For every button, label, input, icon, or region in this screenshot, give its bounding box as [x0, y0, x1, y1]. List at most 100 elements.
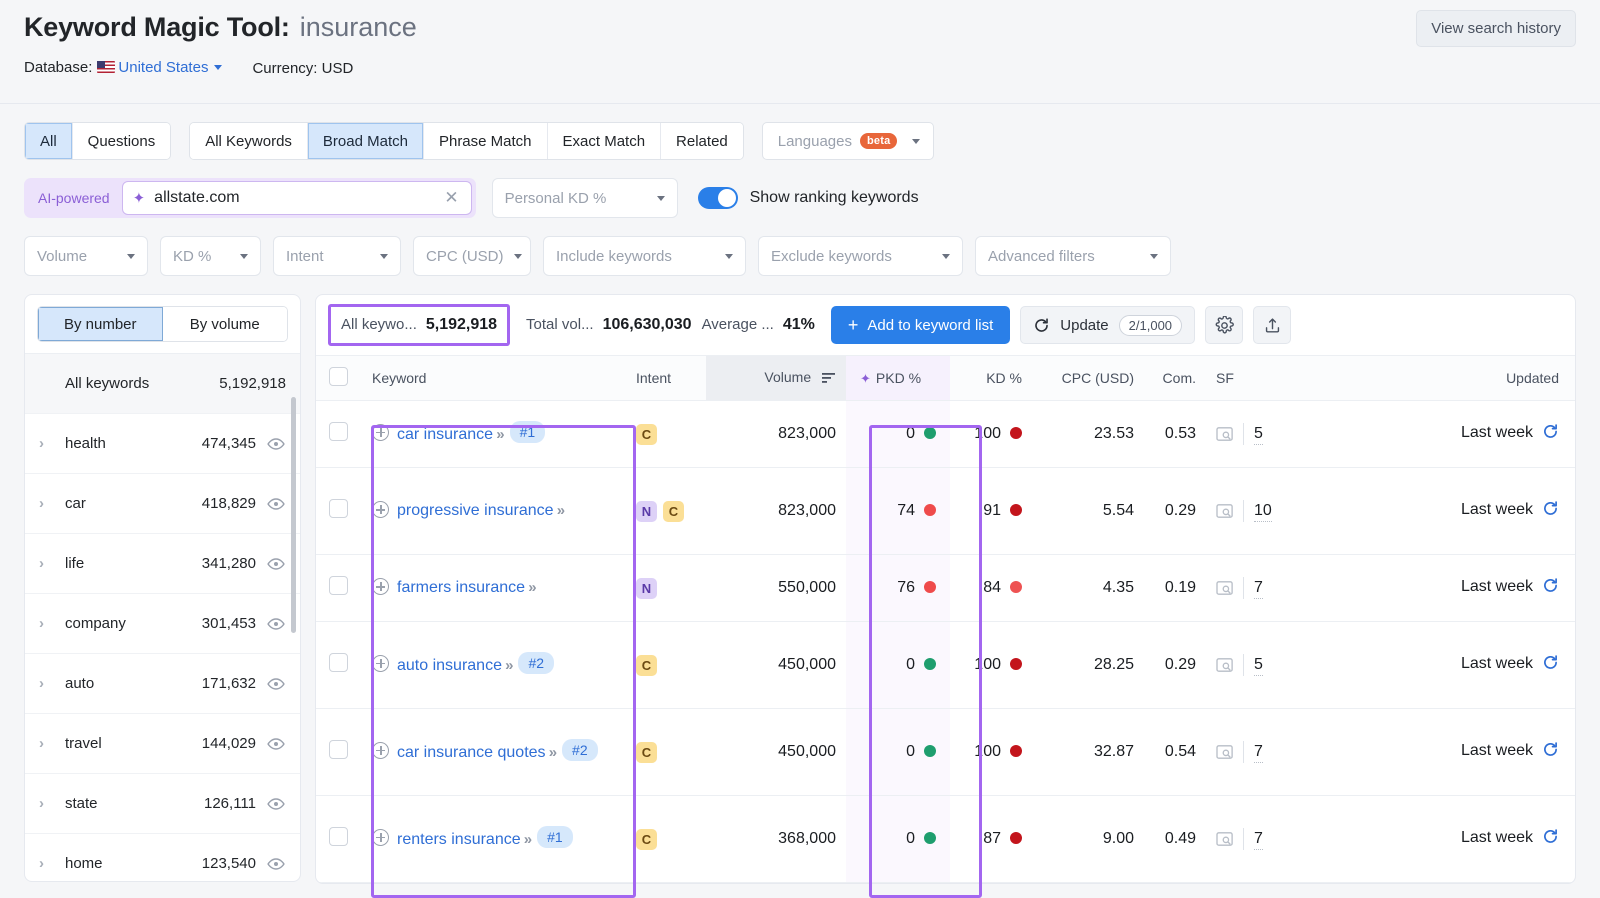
- filter-include-keywords[interactable]: Include keywords: [543, 236, 746, 276]
- eye-icon[interactable]: [266, 794, 286, 814]
- sidebar-sort-by-volume[interactable]: By volume: [162, 307, 287, 341]
- sidebar-sort-by-number[interactable]: By number: [38, 307, 163, 341]
- close-icon[interactable]: ✕: [444, 188, 460, 208]
- keyword-cell[interactable]: car insurance quotes » #2: [360, 708, 628, 796]
- refresh-icon[interactable]: [1542, 423, 1559, 440]
- eye-icon[interactable]: [266, 854, 286, 874]
- row-checkbox[interactable]: [328, 827, 348, 846]
- chevron-right-icon[interactable]: ›: [39, 795, 53, 812]
- eye-icon[interactable]: [266, 554, 286, 574]
- row-select-cell[interactable]: [316, 554, 360, 622]
- row-checkbox[interactable]: [328, 576, 348, 595]
- tab-all[interactable]: All: [25, 123, 73, 159]
- export-button[interactable]: [1253, 306, 1292, 344]
- domain-input-wrapper[interactable]: ✦ allstate.com ✕: [121, 181, 472, 215]
- add-keyword-icon[interactable]: [372, 578, 389, 596]
- row-select-cell[interactable]: [316, 708, 360, 796]
- eye-icon[interactable]: [266, 614, 286, 634]
- chevron-down-icon[interactable]: [214, 65, 223, 70]
- eye-icon[interactable]: [266, 734, 286, 754]
- row-select-cell[interactable]: [316, 400, 360, 468]
- add-keyword-icon[interactable]: [372, 423, 389, 441]
- chevron-right-icon[interactable]: ›: [39, 615, 53, 632]
- keyword-link[interactable]: farmers insurance: [397, 579, 525, 596]
- keyword-link[interactable]: car insurance: [397, 426, 493, 443]
- row-refresh-button[interactable]: [1542, 829, 1559, 849]
- double-chevron-icon[interactable]: »: [521, 831, 532, 848]
- double-chevron-icon[interactable]: »: [493, 426, 504, 443]
- sf-cell[interactable]: 5: [1204, 621, 1282, 709]
- intent-badge[interactable]: C: [636, 423, 657, 445]
- chevron-right-icon[interactable]: ›: [39, 555, 53, 572]
- double-chevron-icon[interactable]: »: [546, 744, 557, 761]
- refresh-icon[interactable]: [1542, 500, 1559, 517]
- sidebar-item-home[interactable]: › home 123,540: [25, 833, 300, 881]
- domain-input[interactable]: allstate.com: [154, 189, 435, 207]
- intent-badge[interactable]: C: [636, 654, 657, 676]
- add-keyword-icon[interactable]: [372, 741, 389, 759]
- table-row[interactable]: renters insurance » #1 C 368,000 0 87 9.00 0.49…: [316, 795, 1575, 883]
- select-all-checkbox[interactable]: [328, 367, 348, 386]
- chevron-right-icon[interactable]: ›: [39, 735, 53, 752]
- filter-advanced[interactable]: Advanced filters: [975, 236, 1171, 276]
- row-refresh-button[interactable]: [1542, 578, 1559, 598]
- row-checkbox[interactable]: [328, 499, 348, 518]
- refresh-icon[interactable]: [1542, 828, 1559, 845]
- eye-icon[interactable]: [266, 494, 286, 514]
- add-keyword-icon[interactable]: [372, 828, 389, 846]
- intent-badge[interactable]: N: [636, 577, 657, 599]
- double-chevron-icon[interactable]: »: [502, 657, 513, 674]
- database-selector[interactable]: Database: United States: [24, 59, 223, 77]
- keyword-cell[interactable]: farmers insurance »: [360, 554, 628, 622]
- tab-phrase-match[interactable]: Phrase Match: [423, 123, 548, 159]
- header-intent[interactable]: Intent: [628, 355, 706, 401]
- header-pkd[interactable]: ✦ PKD %: [846, 355, 950, 401]
- sf-cell[interactable]: 10: [1204, 467, 1282, 555]
- row-select-cell[interactable]: [316, 467, 360, 555]
- eye-icon[interactable]: [266, 674, 286, 694]
- keyword-cell[interactable]: auto insurance » #2: [360, 621, 628, 709]
- header-volume[interactable]: Volume: [706, 355, 846, 401]
- row-select-cell[interactable]: [316, 795, 360, 883]
- sidebar-item-company[interactable]: › company 301,453: [25, 593, 300, 653]
- keyword-link[interactable]: auto insurance: [397, 657, 502, 674]
- personal-kd-dropdown[interactable]: Personal KD %: [491, 178, 678, 218]
- sidebar-item-state[interactable]: › state 126,111: [25, 773, 300, 833]
- refresh-icon[interactable]: [1542, 654, 1559, 671]
- sf-cell[interactable]: 5: [1204, 400, 1282, 468]
- sidebar-item-travel[interactable]: › travel 144,029: [25, 713, 300, 773]
- header-select-all[interactable]: [316, 355, 360, 401]
- intent-badge[interactable]: N: [636, 500, 657, 522]
- row-refresh-button[interactable]: [1542, 742, 1559, 762]
- row-select-cell[interactable]: [316, 621, 360, 709]
- sidebar-item-all-keywords[interactable]: › All keywords 5,192,918: [25, 353, 300, 413]
- refresh-icon[interactable]: [1542, 741, 1559, 758]
- tab-questions[interactable]: Questions: [72, 123, 171, 159]
- keyword-link[interactable]: car insurance quotes: [397, 744, 546, 761]
- double-chevron-icon[interactable]: »: [554, 502, 565, 519]
- header-sf[interactable]: SF: [1204, 355, 1282, 401]
- add-keyword-icon[interactable]: [372, 654, 389, 672]
- row-refresh-button[interactable]: [1542, 655, 1559, 675]
- table-row[interactable]: car insurance » #1 C 823,000 0 100 23.53 0.53 5 L…: [316, 400, 1575, 468]
- keyword-link[interactable]: renters insurance: [397, 831, 521, 848]
- view-search-history-button[interactable]: View search history: [1416, 10, 1576, 47]
- table-row[interactable]: farmers insurance » N 550,000 76 84 4.35 0.19 7…: [316, 554, 1575, 622]
- chevron-right-icon[interactable]: ›: [39, 855, 53, 872]
- header-updated[interactable]: Updated: [1282, 355, 1575, 401]
- keyword-link[interactable]: progressive insurance: [397, 502, 554, 519]
- sidebar-item-auto[interactable]: › auto 171,632: [25, 653, 300, 713]
- add-to-keyword-list-button[interactable]: + Add to keyword list: [830, 306, 1011, 344]
- header-keyword[interactable]: Keyword: [360, 355, 628, 401]
- table-row[interactable]: progressive insurance » N C 823,000 74 91 5.54…: [316, 467, 1575, 555]
- keyword-cell[interactable]: renters insurance » #1: [360, 795, 628, 883]
- sf-cell[interactable]: 7: [1204, 708, 1282, 796]
- toggle-switch[interactable]: [697, 187, 738, 209]
- header-kd[interactable]: KD %: [950, 355, 1034, 401]
- row-checkbox[interactable]: [328, 653, 348, 672]
- chevron-right-icon[interactable]: ›: [39, 675, 53, 692]
- update-button[interactable]: Update 2/1,000: [1020, 306, 1196, 344]
- table-row[interactable]: auto insurance » #2 C 450,000 0 100 28.25 0.29 5…: [316, 621, 1575, 709]
- double-chevron-icon[interactable]: »: [525, 579, 536, 596]
- chevron-right-icon[interactable]: ›: [39, 435, 53, 452]
